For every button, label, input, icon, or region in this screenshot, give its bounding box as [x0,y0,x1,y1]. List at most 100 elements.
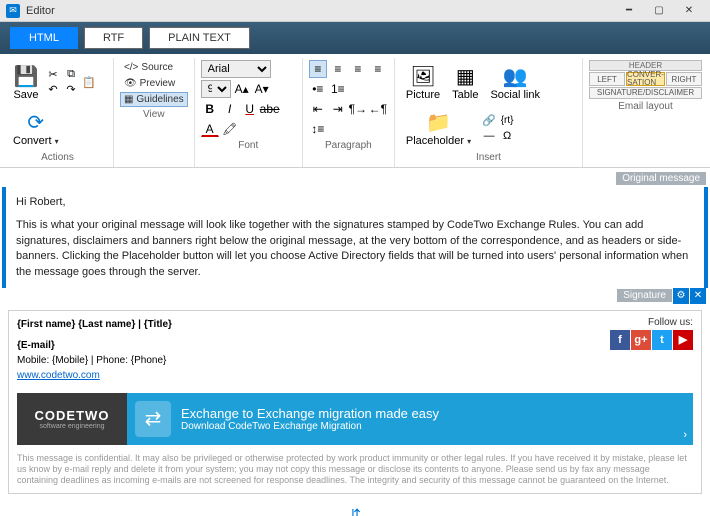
original-message-tag: Original message [616,172,706,185]
align-left-button[interactable]: ≡ [309,60,327,78]
ribbon-group-insert: 🖼Picture ▦Table 👥Social link 📁Placeholde… [395,58,583,167]
layout-group-label: Email layout [618,99,672,114]
highlight-button[interactable]: 🖍 [221,120,239,138]
ribbon: 💾 Save ✂ ↶ ⧉ ↷ 📋 ⟳ Convert ▾ Actions </>… [0,54,710,168]
sig-email-line: {E-mail} [17,338,610,353]
preview-button[interactable]: 👁Preview [120,76,188,91]
redo-icon[interactable]: ↷ [64,83,78,97]
undo-icon[interactable]: ↶ [46,83,60,97]
picture-button[interactable]: 🖼Picture [401,60,445,104]
picture-icon: 🖼 [410,63,436,89]
rt-field-icon[interactable]: {rt} [500,114,514,128]
layout-right-cell[interactable]: RIGHT [666,72,702,86]
titlebar: ✉ Editor ━ ▢ ✕ [0,0,710,22]
follow-label: Follow us: [610,317,693,328]
tab-rtf[interactable]: RTF [84,27,143,49]
tab-html[interactable]: HTML [10,27,78,49]
save-button[interactable]: 💾 Save [8,60,44,104]
hr-icon[interactable]: ― [482,129,496,143]
copy-icon[interactable]: ⧉ [64,68,78,82]
signature-close-button[interactable]: ✕ [690,288,706,304]
sig-url[interactable]: www.codetwo.com [17,368,610,383]
chevron-right-icon: › [683,429,687,441]
table-icon: ▦ [452,63,478,89]
align-center-button[interactable]: ≡ [329,60,347,78]
sig-name-line: {First name} {Last name} | {Title} [17,317,610,332]
promo-banner[interactable]: CODETWO software engineering ⇄ Exchange … [17,393,693,445]
window-title: Editor [26,5,614,17]
ribbon-group-actions: 💾 Save ✂ ↶ ⧉ ↷ 📋 ⟳ Convert ▾ Actions [2,58,114,167]
convert-button[interactable]: ⟳ Convert ▾ [8,106,64,150]
layout-conversation-cell[interactable]: CONVER-SATION [626,72,665,86]
placeholder-icon: 📁 [425,109,451,135]
indent-button[interactable]: ⇥ [329,100,347,118]
source-icon: </> [124,62,138,73]
signature-tag: Signature [617,289,672,302]
font-size-select[interactable]: 9 [201,80,231,98]
ribbon-group-layout: HEADER LEFT CONVER-SATION RIGHT SIGNATUR… [583,58,708,167]
rtl-button[interactable]: ←¶ [369,100,387,118]
guidelines-icon: ▦ [124,94,133,105]
symbol-icon[interactable]: Ω [500,129,514,143]
bold-button[interactable]: B [201,100,219,118]
cut-icon[interactable]: ✂ [46,68,60,82]
original-greeting: Hi Robert, [16,195,694,210]
facebook-icon[interactable]: f [610,330,630,350]
paste-icon[interactable]: 📋 [82,75,96,89]
sig-phone-line: Mobile: {Mobile} | Phone: {Phone} [17,353,610,368]
italic-button[interactable]: I [221,100,239,118]
number-list-button[interactable]: 1≡ [329,80,347,98]
app-icon: ✉ [6,4,20,18]
font-shrink-icon[interactable]: A▾ [253,80,271,98]
save-icon: 💾 [13,63,39,89]
outdent-button[interactable]: ⇤ [309,100,327,118]
original-message-block[interactable]: Hi Robert, This is what your original me… [2,187,708,288]
original-message-header: Original message [2,172,708,185]
tab-plain-text[interactable]: PLAIN TEXT [149,27,250,49]
bullet-list-button[interactable]: •≡ [309,80,327,98]
ltr-button[interactable]: ¶→ [349,100,367,118]
layout-left-cell[interactable]: LEFT [589,72,625,86]
font-family-select[interactable]: Arial [201,60,271,78]
ribbon-group-paragraph: ≡ ≡ ≡ ≡ •≡ 1≡ ⇤ ⇥ ¶→ ←¶ ↕≡ Paragraph [303,58,395,167]
font-group-label: Font [238,138,258,153]
table-button[interactable]: ▦Table [447,60,483,104]
placeholder-button[interactable]: 📁Placeholder ▾ [401,106,476,150]
disclaimer-text: This message is confidential. It may als… [17,453,693,487]
guidelines-button[interactable]: ▦Guidelines [120,92,188,107]
actions-group-label: Actions [41,150,74,165]
social-icon: 👥 [502,63,528,89]
preview-icon: 👁 [124,78,137,89]
googleplus-icon[interactable]: g+ [631,330,651,350]
youtube-icon[interactable]: ▶ [673,330,693,350]
thread-separator-icon: ⇵ [2,498,708,516]
insert-group-label: Insert [476,150,501,165]
banner-logo: CODETWO software engineering [17,393,127,445]
placeholder-label: Placeholder ▾ [406,135,471,147]
minimize-button[interactable]: ━ [614,0,644,22]
strike-button[interactable]: abe [261,100,279,118]
signature-settings-button[interactable]: ⚙ [673,288,689,304]
social-link-button[interactable]: 👥Social link [485,60,545,104]
convert-icon: ⟳ [23,109,49,135]
maximize-button[interactable]: ▢ [644,0,674,22]
link-icon[interactable]: 🔗 [482,114,496,128]
view-group-label: View [143,107,165,122]
content-area[interactable]: Original message Hi Robert, This is what… [0,168,710,516]
align-right-button[interactable]: ≡ [349,60,367,78]
banner-subtitle: Download CodeTwo Exchange Migration [181,421,439,432]
signature-header: Signature ⚙ ✕ [2,288,708,304]
twitter-icon[interactable]: t [652,330,672,350]
paragraph-group-label: Paragraph [325,138,372,153]
line-spacing-button[interactable]: ↕≡ [309,120,327,138]
layout-signature-cell[interactable]: SIGNATURE/DISCLAIMER [589,87,702,99]
align-justify-button[interactable]: ≡ [369,60,387,78]
close-button[interactable]: ✕ [674,0,704,22]
underline-button[interactable]: U [241,100,259,118]
font-color-button[interactable]: A [201,121,219,137]
signature-block[interactable]: {First name} {Last name} | {Title} {E-ma… [8,310,702,494]
font-grow-icon[interactable]: A▴ [233,80,251,98]
source-button[interactable]: </>Source [120,60,188,75]
original-body: This is what your original message will … [16,218,694,280]
ribbon-group-font: Arial 9 A▴ A▾ B I U abe A 🖍 Font [195,58,303,167]
